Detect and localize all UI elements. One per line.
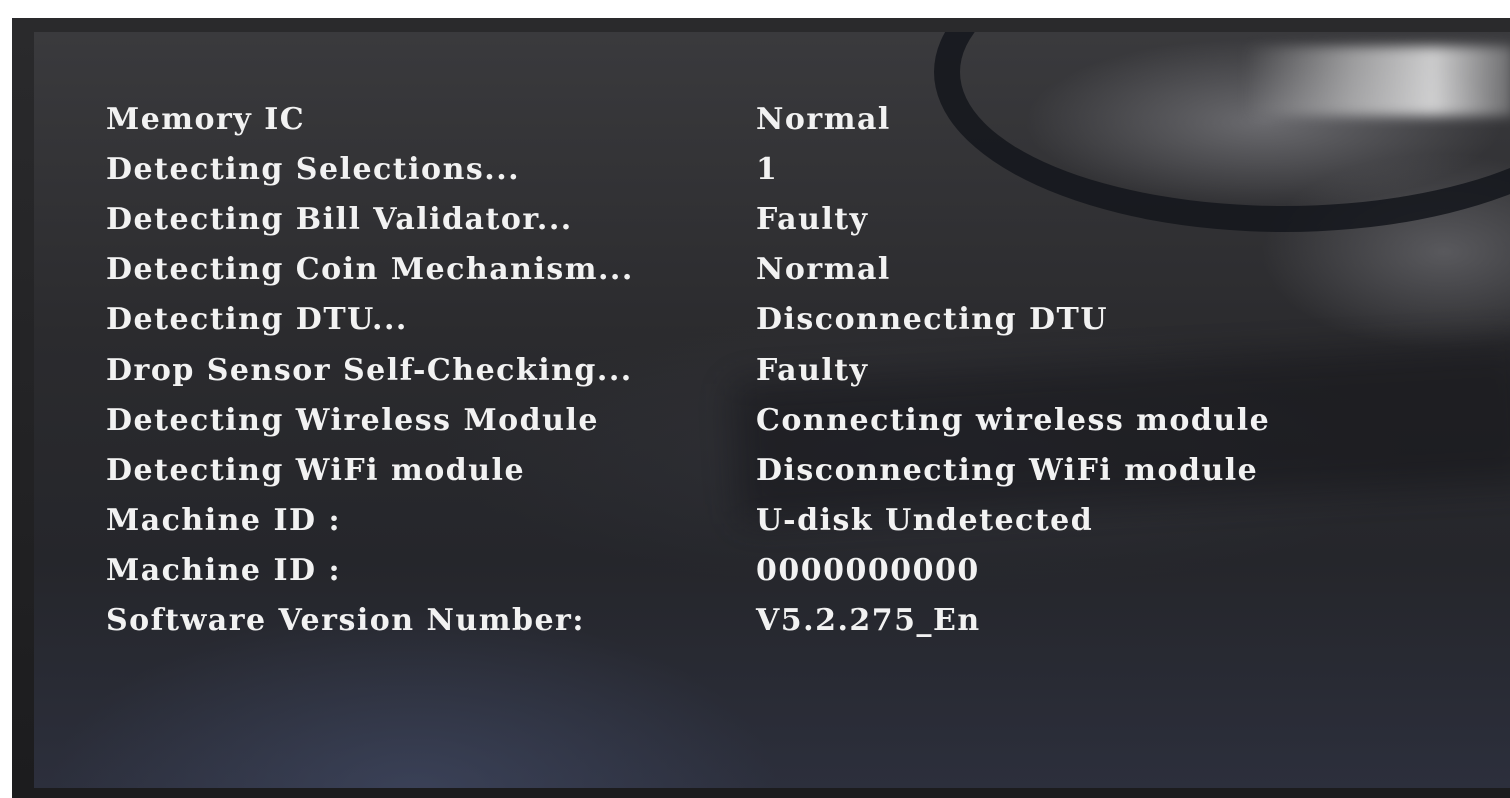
diag-value: Disconnecting DTU	[756, 302, 1109, 338]
diag-value: Disconnecting WiFi module	[756, 452, 1259, 488]
diag-label: Software Version Number:	[106, 603, 585, 639]
diag-label: Detecting WiFi module	[106, 452, 526, 488]
diag-label: Machine ID :	[106, 503, 342, 539]
diag-row-drop-sensor: Drop Sensor Self-Checking... Faulty	[106, 345, 1406, 395]
diag-row-selections: Detecting Selections... 1	[106, 144, 1406, 194]
diag-label: Detecting Bill Validator...	[106, 201, 573, 237]
diag-label: Machine ID :	[106, 553, 342, 589]
diag-label: Drop Sensor Self-Checking...	[106, 352, 633, 388]
display-screen: Memory IC Normal Detecting Selections...…	[34, 32, 1510, 788]
diag-row-machine-id: Machine ID : 0000000000	[106, 546, 1406, 596]
diag-row-coin-mechanism: Detecting Coin Mechanism... Normal	[106, 245, 1406, 295]
diagnostics-list: Memory IC Normal Detecting Selections...…	[106, 94, 1406, 646]
diag-row-machine-id-udisk: Machine ID : U-disk Undetected	[106, 496, 1406, 546]
diag-value: Faulty	[756, 352, 869, 388]
diag-label: Detecting Wireless Module	[106, 402, 599, 438]
diag-value: Connecting wireless module	[756, 402, 1271, 438]
diag-value: Normal	[756, 101, 891, 137]
diag-row-memory-ic: Memory IC Normal	[106, 94, 1406, 144]
diag-label: Detecting DTU...	[106, 302, 408, 338]
diag-value: 1	[756, 151, 779, 187]
diag-value: Faulty	[756, 201, 869, 237]
diag-row-software-version: Software Version Number: V5.2.275_En	[106, 596, 1406, 646]
diag-label: Detecting Selections...	[106, 151, 521, 187]
diag-label: Memory IC	[106, 101, 306, 137]
diag-row-bill-validator: Detecting Bill Validator... Faulty	[106, 194, 1406, 244]
diag-value: Normal	[756, 252, 891, 288]
diag-value: 0000000000	[756, 553, 980, 589]
monitor-bezel: Memory IC Normal Detecting Selections...…	[12, 18, 1510, 798]
diag-row-wireless-module: Detecting Wireless Module Connecting wir…	[106, 395, 1406, 445]
diag-value: V5.2.275_En	[756, 603, 981, 639]
diag-row-dtu: Detecting DTU... Disconnecting DTU	[106, 295, 1406, 345]
diag-label: Detecting Coin Mechanism...	[106, 252, 634, 288]
diag-row-wifi-module: Detecting WiFi module Disconnecting WiFi…	[106, 445, 1406, 495]
diag-value: U-disk Undetected	[756, 503, 1094, 539]
